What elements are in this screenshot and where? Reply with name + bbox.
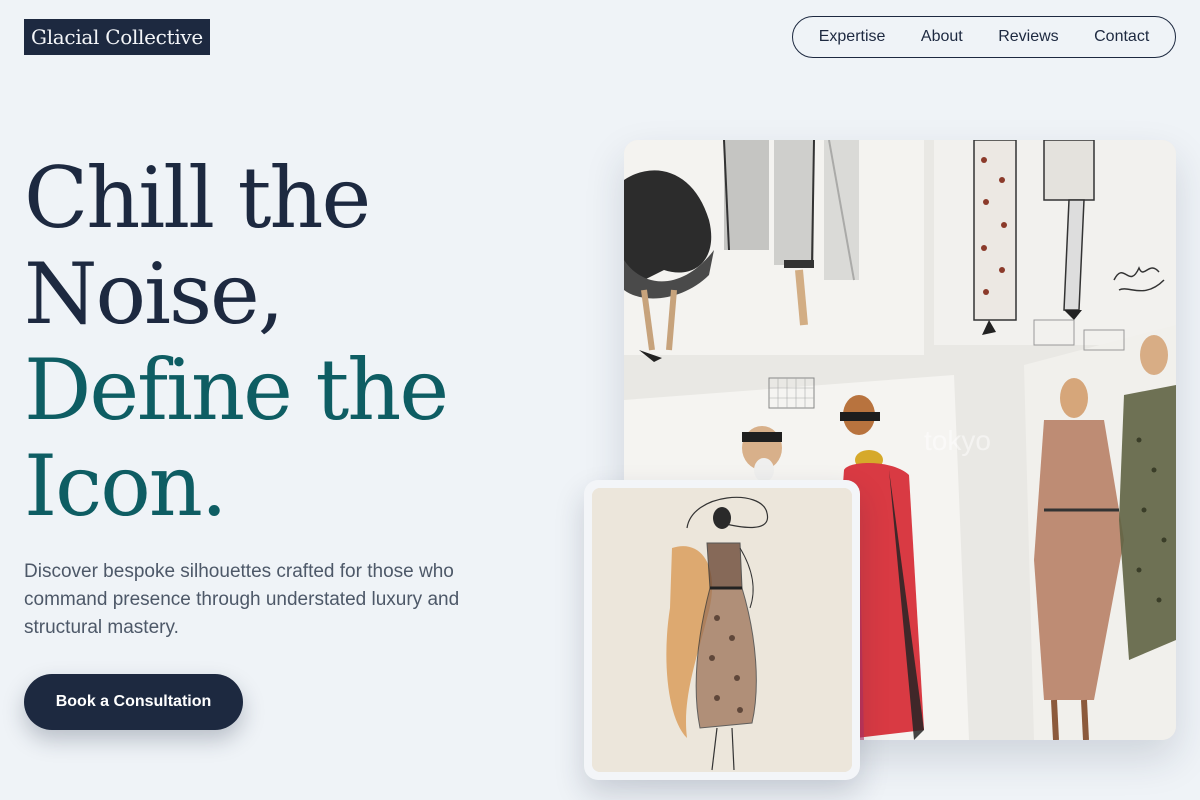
dress-sketch-image xyxy=(592,488,852,772)
nav-item-contact[interactable]: Contact xyxy=(1094,28,1149,46)
headline-line-4: Icon. xyxy=(24,437,228,535)
hero-description: Discover bespoke silhouettes crafted for… xyxy=(24,561,460,638)
book-consultation-button[interactable]: Book a Consultation xyxy=(24,674,243,730)
image-watermark: tokyo xyxy=(924,425,991,456)
main-nav: Expertise About Reviews Contact xyxy=(792,16,1176,58)
dress-sketch-card xyxy=(584,480,860,780)
headline-line-1: Chill the xyxy=(24,149,371,247)
headline-line-3: Define the xyxy=(24,341,449,439)
nav-item-expertise[interactable]: Expertise xyxy=(819,28,886,46)
dress-sketch-illustration xyxy=(592,488,852,772)
nav-item-reviews[interactable]: Reviews xyxy=(998,28,1058,46)
headline-line-2: Noise, xyxy=(24,245,284,343)
nav-item-about[interactable]: About xyxy=(921,28,963,46)
hero-headline: Chill the Noise, Define the Icon. xyxy=(24,150,584,534)
brand-logo[interactable]: Glacial Collective xyxy=(24,19,210,55)
